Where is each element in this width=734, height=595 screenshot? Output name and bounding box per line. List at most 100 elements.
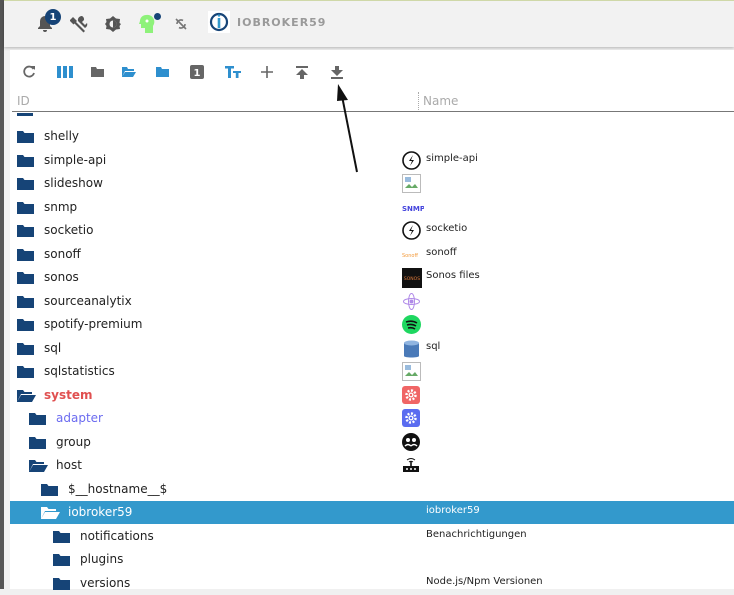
folder-icon[interactable] <box>17 365 34 378</box>
top-bar: 1 IOBROKER59 <box>4 0 734 47</box>
add-icon[interactable] <box>258 64 276 80</box>
svg-text:1: 1 <box>194 68 201 79</box>
folder-icon[interactable] <box>29 436 46 449</box>
gear-blue-icon <box>402 409 421 428</box>
tree-row[interactable]: sonos SONOS Sonos files <box>10 266 734 289</box>
tree-row[interactable]: plugins <box>10 548 734 571</box>
row-id: group <box>56 434 91 449</box>
column-header-id[interactable]: ID <box>17 94 30 108</box>
tree-row[interactable]: snmp SNMP <box>10 196 734 219</box>
tree-row[interactable]: sonoff Sonoff sonoff <box>10 243 734 266</box>
bolt-icon <box>402 221 421 240</box>
tree-row[interactable]: notifications Benachrichtigungen <box>10 525 734 548</box>
tree-row[interactable]: slideshow <box>10 172 734 195</box>
folder-icon[interactable] <box>53 553 70 566</box>
tree-row[interactable]: group <box>10 431 734 454</box>
folder-icon[interactable] <box>17 224 34 237</box>
folder-icon[interactable] <box>17 248 34 261</box>
folder-open-icon[interactable] <box>17 389 36 402</box>
folder-icon[interactable] <box>17 130 34 143</box>
row-id: sql <box>44 340 62 355</box>
row-id: plugins <box>80 552 124 566</box>
folder-icon[interactable] <box>17 201 34 214</box>
svg-text:SNMP: SNMP <box>402 205 424 213</box>
row-id: notifications <box>80 528 154 543</box>
svg-text:Sonoff: Sonoff <box>402 253 418 259</box>
brightness-icon[interactable] <box>102 13 124 35</box>
tree-row[interactable]: socketio socketio <box>10 219 734 242</box>
row-name: simple-api <box>426 152 478 164</box>
gear-red-icon <box>402 385 421 405</box>
bolt-icon <box>402 150 421 170</box>
column-header-name[interactable]: Name <box>423 94 458 108</box>
snmp-icon: SNMP <box>402 198 425 217</box>
broken-image-icon <box>402 362 421 381</box>
row-id: sourceanalytix <box>44 293 132 308</box>
tree-row[interactable]: spotify-premium <box>10 313 734 336</box>
header-divider <box>12 111 734 112</box>
row-name: Node.js/Npm Versionen <box>426 575 543 587</box>
row-id: sonos <box>44 270 79 284</box>
folder-icon[interactable] <box>29 412 46 425</box>
folder-icon[interactable] <box>17 295 34 308</box>
group-icon <box>402 432 421 452</box>
router-icon <box>402 456 421 475</box>
tree-row[interactable]: adapter <box>10 407 734 430</box>
row-id: sonoff <box>44 246 81 261</box>
tree-row[interactable]: simple-api simple-api <box>10 149 734 172</box>
database-icon <box>402 339 421 358</box>
atom-icon <box>402 292 421 311</box>
tree-row[interactable]: sourceanalytix <box>10 290 734 313</box>
folder-icon[interactable] <box>53 530 70 543</box>
folder-icon[interactable] <box>41 483 58 496</box>
folder-icon[interactable] <box>53 577 70 590</box>
upload-icon[interactable] <box>293 64 311 80</box>
row-name: socketio <box>426 223 468 234</box>
status-dot <box>154 13 161 20</box>
tree-row[interactable]: $__hostname__$ <box>10 478 734 501</box>
sonoff-icon: Sonoff <box>402 245 421 264</box>
row-id: sqlstatistics <box>44 364 115 378</box>
folder-open-icon[interactable] <box>29 459 48 472</box>
folder-icon[interactable] <box>17 342 34 355</box>
expand-folder-icon[interactable] <box>120 64 138 80</box>
folder-icon[interactable] <box>17 271 34 284</box>
notification-badge: 1 <box>45 9 61 25</box>
row-name: sql <box>426 340 441 352</box>
tree-row[interactable]: system <box>10 384 734 407</box>
folder-open-icon[interactable] <box>41 506 60 519</box>
broken-image-icon <box>402 174 421 193</box>
folder-icon[interactable] <box>17 318 34 331</box>
row-id: shelly <box>44 129 80 143</box>
tree-row[interactable]: versions Node.js/Npm Versionen <box>10 572 734 595</box>
row-name: iobroker59 <box>426 505 480 516</box>
row-id: adapter <box>56 411 103 425</box>
column-resizer[interactable] <box>418 92 419 112</box>
iobroker-logo[interactable] <box>208 11 230 33</box>
tree-row[interactable]: sql sql <box>10 337 734 360</box>
download-icon[interactable] <box>328 64 346 80</box>
svg-text:SONOS: SONOS <box>404 276 420 282</box>
sonos-icon: SONOS <box>402 268 422 288</box>
row-id: socketio <box>44 223 94 237</box>
tree-row[interactable]: shelly <box>10 125 734 148</box>
sync-disabled-icon[interactable] <box>170 13 192 35</box>
spotify-icon <box>402 315 421 334</box>
text-size-icon[interactable] <box>224 64 242 80</box>
row-name: Sonos files <box>426 270 480 281</box>
refresh-icon[interactable] <box>20 64 38 80</box>
collapse-folder-icon[interactable] <box>88 64 106 80</box>
row-id: system <box>44 387 93 402</box>
folder-icon[interactable] <box>17 177 34 190</box>
folder-icon[interactable] <box>17 154 34 167</box>
tree-row[interactable]: host <box>10 454 734 477</box>
tree-row[interactable]: sqlstatistics <box>10 360 734 383</box>
folder-blue-icon[interactable] <box>153 64 171 80</box>
row-id: slideshow <box>44 176 103 190</box>
expand-level-1-icon[interactable]: 1 <box>188 64 206 80</box>
wrench-icon[interactable] <box>68 13 90 35</box>
columns-icon[interactable] <box>56 64 74 80</box>
scrollbar[interactable] <box>0 0 4 589</box>
row-id: versions <box>80 575 131 590</box>
tree-row[interactable]: iobroker59 iobroker59 <box>10 501 734 524</box>
